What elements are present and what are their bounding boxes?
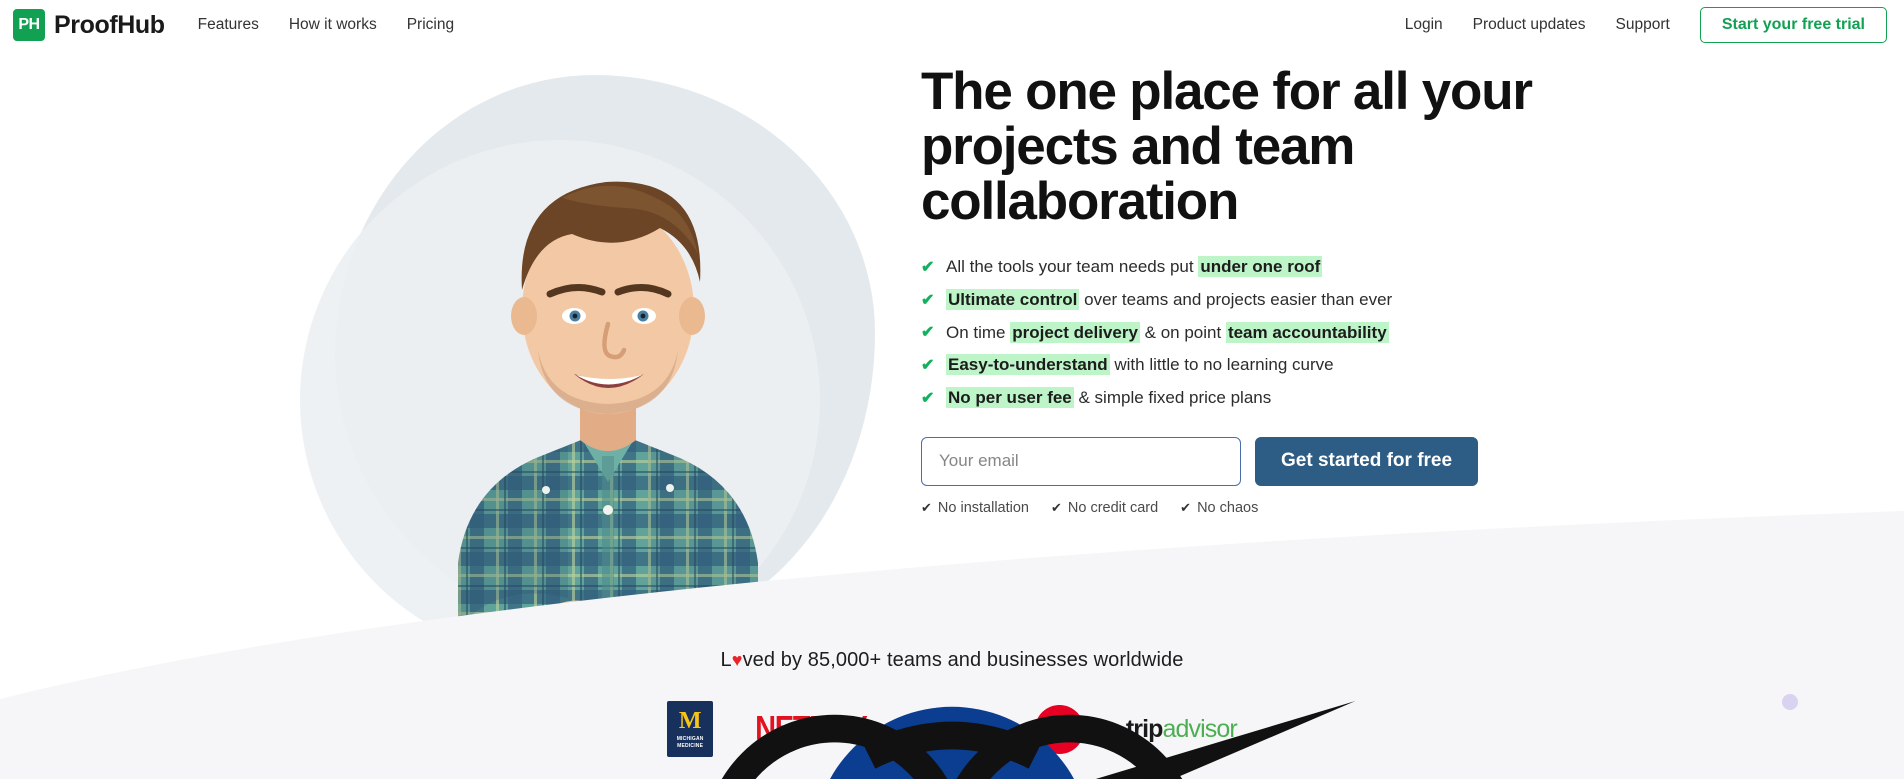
hero-content: The one place for all your projects and … [921, 64, 1641, 516]
landing-page: PH ProofHub Features How it works Pricin… [0, 0, 1904, 779]
check-icon: ✔ [921, 291, 935, 309]
nav-item-pricing[interactable]: Pricing [407, 16, 454, 34]
secondary-nav: Login Product updates Support Start your… [1405, 7, 1887, 43]
check-icon: ✔ [921, 259, 935, 277]
site-header: PH ProofHub Features How it works Pricin… [0, 0, 1904, 50]
bullet-text: No per user fee & simple fixed price pla… [946, 386, 1272, 408]
primary-nav: Features How it works Pricing [198, 16, 454, 34]
check-icon: ✔ [1050, 499, 1062, 515]
feature-bullet-list: ✔ All the tools your team needs put unde… [921, 255, 1641, 410]
proofhub-mark-icon: PH [13, 9, 45, 41]
check-icon: ✔ [921, 389, 935, 407]
list-item: ✔ On time project delivery & on point te… [921, 321, 1641, 346]
brand-name: ProofHub [54, 10, 165, 39]
bullet-text: All the tools your team needs put under … [946, 256, 1323, 278]
check-icon: ✔ [921, 324, 935, 342]
nav-item-product-updates[interactable]: Product updates [1473, 16, 1586, 34]
bullet-text: Ultimate control over teams and projects… [946, 288, 1393, 310]
assurance-no-credit-card: ✔ No credit card [1050, 499, 1159, 516]
list-item: ✔ All the tools your team needs put unde… [921, 255, 1641, 280]
list-item: ✔ No per user fee & simple fixed price p… [921, 386, 1641, 411]
check-icon: ✔ [921, 499, 932, 515]
social-proof-heading: L♥ved by 85,000+ teams and businesses wo… [720, 649, 1184, 671]
decorative-dot [1782, 694, 1798, 710]
signup-form: Get started for free [921, 436, 1641, 486]
brand-logo[interactable]: PH ProofHub [13, 9, 165, 41]
check-icon: ✔ [921, 356, 935, 374]
start-free-trial-button[interactable]: Start your free trial [1699, 7, 1887, 43]
nav-item-how-it-works[interactable]: How it works [289, 16, 377, 34]
check-icon: ✔ [1180, 499, 1192, 515]
social-proof-content: L♥ved by 85,000+ teams and businesses wo… [0, 489, 1904, 779]
bullet-text: On time project delivery & on point team… [946, 321, 1389, 343]
customer-logo-row: M MICHIGAN MEDICINE NETFLIX P trip advis… [0, 701, 1904, 779]
get-started-button[interactable]: Get started for free [1255, 436, 1479, 486]
nav-item-support[interactable]: Support [1616, 16, 1670, 34]
assurance-no-chaos: ✔ No chaos [1180, 499, 1259, 516]
list-item: ✔ Ultimate control over teams and projec… [921, 288, 1641, 313]
assurance-list: ✔ No installation ✔ No credit card ✔ No cha… [921, 500, 1641, 516]
page-title: The one place for all your projects and … [921, 62, 1533, 232]
bullet-text: Easy-to-understand with little to no lea… [946, 354, 1334, 376]
list-item: ✔ Easy-to-understand with little to no l… [921, 353, 1641, 378]
nav-item-login[interactable]: Login [1405, 16, 1443, 34]
tripadvisor-logo: trip advisor [721, 701, 1238, 779]
nav-item-features[interactable]: Features [198, 16, 259, 34]
assurance-no-installation: ✔ No installation [921, 499, 1029, 516]
heart-icon: ♥ [731, 650, 743, 670]
email-input[interactable] [921, 436, 1241, 486]
